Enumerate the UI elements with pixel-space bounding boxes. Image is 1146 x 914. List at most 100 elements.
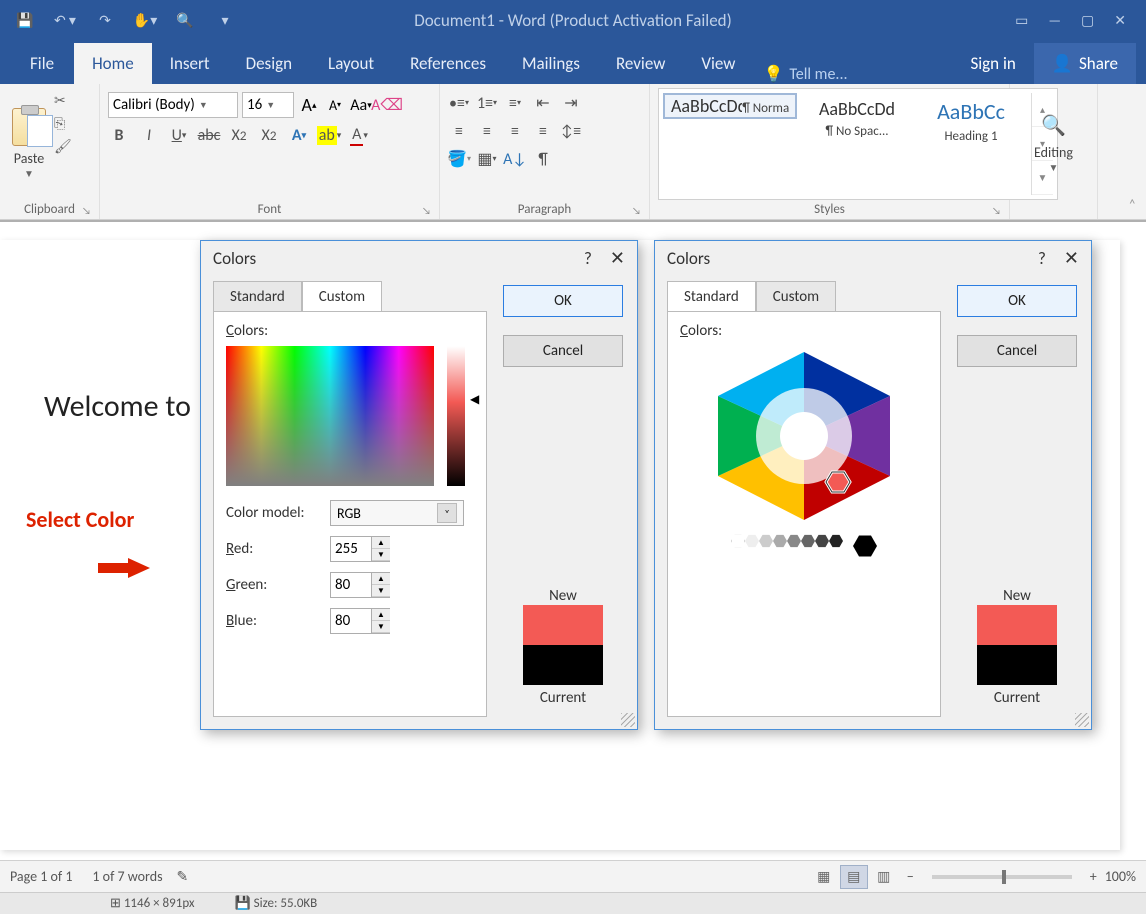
text-effects-icon[interactable]: A▾ bbox=[288, 124, 310, 146]
highlight-color-icon[interactable]: ab▾ bbox=[318, 124, 340, 146]
decrease-indent-icon[interactable]: ⇤ bbox=[532, 92, 554, 114]
zoom-slider[interactable] bbox=[932, 875, 1072, 879]
style-heading1[interactable]: AaBbCc Heading 1 bbox=[917, 93, 1025, 195]
ribbon-options-icon[interactable]: ▭ bbox=[1015, 12, 1028, 29]
bold-button[interactable]: B bbox=[108, 124, 130, 146]
sort-icon[interactable]: A↓ bbox=[504, 148, 526, 170]
spin-up-icon[interactable]: ▲ bbox=[372, 537, 390, 549]
blue-spinner[interactable]: ▲▼ bbox=[330, 608, 390, 634]
read-mode-icon[interactable]: ▦ bbox=[810, 865, 838, 889]
cancel-button[interactable]: Cancel bbox=[503, 335, 623, 367]
ok-button[interactable]: OK bbox=[957, 285, 1077, 317]
style-normal[interactable]: AaBbCcDd ¶ Normal bbox=[663, 93, 797, 119]
page-status[interactable]: Page 1 of 1 bbox=[10, 868, 72, 885]
align-center-icon[interactable]: ≡ bbox=[476, 120, 498, 142]
show-marks-icon[interactable]: ¶ bbox=[532, 148, 554, 170]
italic-button[interactable]: I bbox=[138, 124, 160, 146]
spin-up-icon[interactable]: ▲ bbox=[372, 609, 390, 621]
shading-icon[interactable]: 🪣▾ bbox=[448, 148, 470, 170]
ok-button[interactable]: OK bbox=[503, 285, 623, 317]
black-hex[interactable] bbox=[853, 534, 877, 558]
print-preview-icon[interactable]: 🔍 bbox=[170, 5, 200, 35]
web-layout-icon[interactable]: ▥ bbox=[870, 865, 898, 889]
subscript-button[interactable]: X2 bbox=[228, 124, 250, 146]
collapse-ribbon-icon[interactable]: ˄ bbox=[1128, 196, 1136, 213]
color-model-select[interactable]: RGB˅ bbox=[330, 500, 464, 526]
font-name-combo[interactable]: Calibri (Body)▼ bbox=[108, 92, 238, 118]
change-case-icon[interactable]: Aa▾ bbox=[350, 94, 372, 116]
style-no-spacing[interactable]: AaBbCcDd ¶ No Spac... bbox=[803, 93, 911, 195]
tab-custom[interactable]: Custom bbox=[302, 281, 382, 312]
dialog-titlebar[interactable]: Colors ? ✕ bbox=[655, 241, 1091, 275]
strikethrough-button[interactable]: abc bbox=[198, 124, 220, 146]
clear-formatting-icon[interactable]: A⌫ bbox=[376, 94, 398, 116]
cut-icon[interactable]: ✂ bbox=[54, 92, 72, 109]
zoom-in-button[interactable]: + bbox=[1090, 868, 1097, 885]
clipboard-launcher-icon[interactable]: ↘ bbox=[82, 204, 91, 217]
tab-standard[interactable]: Standard bbox=[667, 281, 756, 312]
tab-insert[interactable]: Insert bbox=[152, 43, 228, 84]
borders-icon[interactable]: ▦▾ bbox=[476, 148, 498, 170]
underline-button[interactable]: U▾ bbox=[168, 124, 190, 146]
tab-layout[interactable]: Layout bbox=[310, 43, 392, 84]
grayscale-row[interactable] bbox=[680, 534, 928, 558]
tab-mailings[interactable]: Mailings bbox=[504, 43, 598, 84]
font-size-combo[interactable]: 16▼ bbox=[242, 92, 294, 118]
spin-down-icon[interactable]: ▼ bbox=[372, 621, 390, 633]
dialog-help-icon[interactable]: ? bbox=[1038, 248, 1046, 269]
bullets-icon[interactable]: •≡▾ bbox=[448, 92, 470, 114]
styles-launcher-icon[interactable]: ↘ bbox=[992, 204, 1001, 217]
tell-me-search[interactable]: 💡Tell me... bbox=[763, 64, 847, 84]
superscript-button[interactable]: X2 bbox=[258, 124, 280, 146]
color-field[interactable] bbox=[226, 346, 434, 486]
tab-file[interactable]: File bbox=[10, 43, 74, 84]
resize-grip-icon[interactable] bbox=[621, 713, 635, 727]
document-page[interactable]: Welcome to Select Color Colors ? ✕ Stand… bbox=[0, 240, 1120, 850]
tab-review[interactable]: Review bbox=[598, 43, 683, 84]
redo-icon[interactable]: ↷ bbox=[90, 5, 120, 35]
spin-down-icon[interactable]: ▼ bbox=[372, 549, 390, 561]
zoom-out-button[interactable]: − bbox=[907, 868, 914, 885]
tab-view[interactable]: View bbox=[683, 43, 753, 84]
minimize-icon[interactable]: — bbox=[1048, 12, 1061, 29]
styles-gallery[interactable]: AaBbCcDd ¶ Normal AaBbCcDd ¶ No Spac... … bbox=[658, 88, 1058, 200]
dialog-close-icon[interactable]: ✕ bbox=[1064, 247, 1079, 269]
increase-indent-icon[interactable]: ⇥ bbox=[560, 92, 582, 114]
spellcheck-icon[interactable]: ✎ bbox=[177, 868, 189, 885]
copy-icon[interactable]: ⎘ bbox=[54, 115, 72, 132]
paste-button[interactable]: Paste ▼ bbox=[8, 88, 50, 200]
dialog-help-icon[interactable]: ? bbox=[584, 248, 592, 269]
line-spacing-icon[interactable]: ↕≡ bbox=[560, 120, 582, 142]
sign-in-button[interactable]: Sign in bbox=[952, 43, 1033, 84]
tab-custom[interactable]: Custom bbox=[756, 281, 836, 312]
word-count[interactable]: 1 of 7 words bbox=[92, 868, 162, 885]
spin-up-icon[interactable]: ▲ bbox=[372, 573, 390, 585]
align-right-icon[interactable]: ≡ bbox=[504, 120, 526, 142]
tab-design[interactable]: Design bbox=[228, 43, 310, 84]
justify-icon[interactable]: ≡ bbox=[532, 120, 554, 142]
font-launcher-icon[interactable]: ↘ bbox=[422, 204, 431, 217]
multilevel-list-icon[interactable]: ≡▾ bbox=[504, 92, 526, 114]
undo-icon[interactable]: ↶ ▾ bbox=[50, 5, 80, 35]
share-button[interactable]: 👤Share bbox=[1034, 43, 1136, 84]
standard-color-hexagon[interactable] bbox=[704, 346, 904, 526]
green-input[interactable] bbox=[331, 573, 371, 597]
numbering-icon[interactable]: 1≡▾ bbox=[476, 92, 498, 114]
font-color-icon[interactable]: A▾ bbox=[348, 124, 370, 146]
save-icon[interactable]: 💾 bbox=[10, 5, 40, 35]
tab-standard[interactable]: Standard bbox=[213, 281, 302, 312]
maximize-icon[interactable]: ▢ bbox=[1081, 12, 1094, 29]
qat-customize-icon[interactable]: ▾ bbox=[210, 5, 240, 35]
paragraph-launcher-icon[interactable]: ↘ bbox=[632, 204, 641, 217]
lightness-slider[interactable] bbox=[447, 346, 465, 486]
grow-font-icon[interactable]: A▴ bbox=[298, 94, 320, 116]
print-layout-icon[interactable]: ▤ bbox=[840, 865, 868, 889]
resize-grip-icon[interactable] bbox=[1075, 713, 1089, 727]
red-input[interactable] bbox=[331, 537, 371, 561]
find-icon[interactable]: 🔍 bbox=[1041, 113, 1066, 138]
spin-down-icon[interactable]: ▼ bbox=[372, 585, 390, 597]
dialog-close-icon[interactable]: ✕ bbox=[610, 247, 625, 269]
cancel-button[interactable]: Cancel bbox=[957, 335, 1077, 367]
blue-input[interactable] bbox=[331, 609, 371, 633]
tab-home[interactable]: Home bbox=[74, 43, 152, 84]
